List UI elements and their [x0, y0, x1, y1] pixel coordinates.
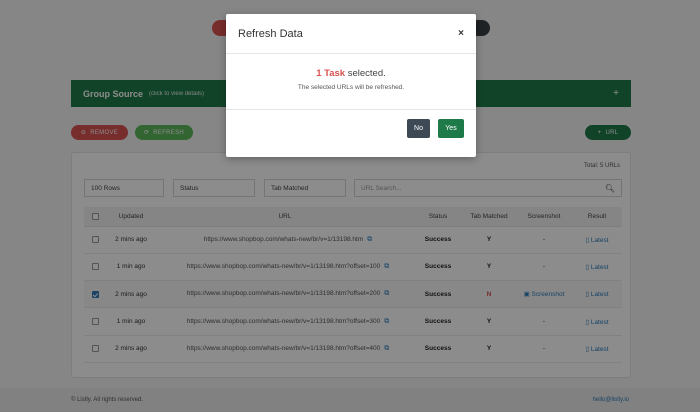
dialog-title: Refresh Data	[238, 27, 303, 40]
task-count: 1 Task	[316, 68, 346, 79]
selection-message: 1 Task selected.	[226, 68, 476, 79]
yes-button[interactable]: Yes	[438, 119, 464, 138]
dialog-body: 1 Task selected. The selected URLs will …	[226, 54, 476, 110]
no-button[interactable]: No	[407, 119, 430, 138]
close-icon[interactable]: ×	[458, 28, 464, 39]
refresh-subtext: The selected URLs will be refreshed.	[297, 84, 405, 91]
selected-text: selected.	[345, 68, 386, 79]
dialog-header: Refresh Data ×	[226, 14, 476, 54]
refresh-data-dialog: Refresh Data × 1 Task selected. The sele…	[226, 14, 476, 157]
dialog-footer: No Yes	[226, 110, 476, 156]
